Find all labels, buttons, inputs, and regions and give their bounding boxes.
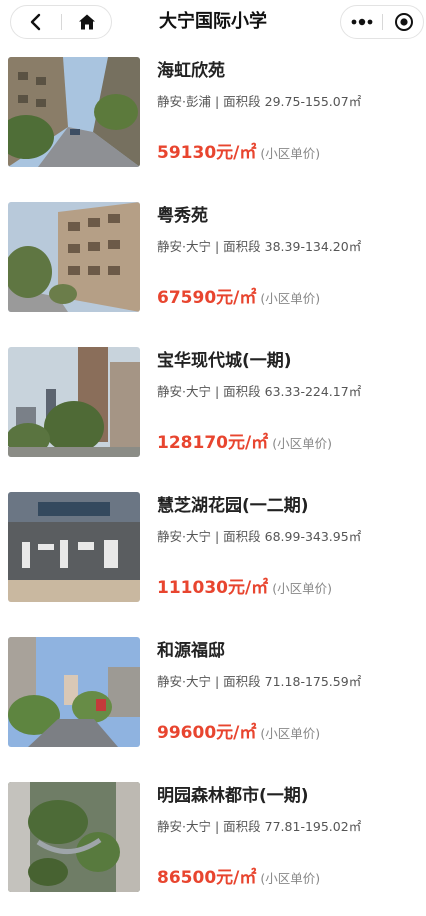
price-row: 67590元/㎡ (小区单价) [157, 286, 320, 311]
price-row: 59130元/㎡ (小区单价) [157, 141, 320, 166]
area-label: 面积段 [223, 239, 261, 254]
listing-meta: 静安·大宁 | 面积段 63.33-224.17㎡ [157, 384, 362, 399]
price-note: (小区单价) [272, 581, 332, 596]
more-dots-icon [351, 18, 372, 26]
listing-location: 静安·大宁 [157, 674, 211, 689]
listing-meta: 静安·大宁 | 面积段 68.99-343.95㎡ [157, 529, 362, 544]
listing-location: 静安·彭浦 [157, 94, 211, 109]
listing-photo [8, 637, 140, 747]
price-row: 128170元/㎡ (小区单价) [157, 431, 332, 456]
top-bar: 大宁国际小学 [0, 0, 426, 46]
area-label: 面积段 [223, 819, 261, 834]
unit-price: 86500元/㎡ [157, 868, 257, 888]
listing-photo [8, 57, 140, 167]
listing-name: 海虹欣苑 [157, 61, 225, 81]
listing-name: 粤秀苑 [157, 206, 208, 226]
price-row: 86500元/㎡ (小区单价) [157, 866, 320, 891]
price-row: 111030元/㎡ (小区单价) [157, 576, 332, 601]
unit-price: 128170元/㎡ [157, 433, 269, 453]
area-range: 71.18-175.59㎡ [264, 674, 362, 689]
listing-name: 慧芝湖花园(一二期) [157, 496, 309, 516]
listing-meta: 静安·大宁 | 面积段 38.39-134.20㎡ [157, 239, 362, 254]
price-note: (小区单价) [260, 146, 321, 161]
listing-item[interactable]: 宝华现代城(一期) 静安·大宁 | 面积段 63.33-224.17㎡ 1281… [0, 336, 426, 481]
area-range: 77.81-195.02㎡ [264, 819, 362, 834]
listing-name: 宝华现代城(一期) [157, 351, 292, 371]
unit-price: 59130元/㎡ [157, 143, 257, 163]
price-note: (小区单价) [260, 726, 321, 741]
listing-item[interactable]: 明园森林都市(一期) 静安·大宁 | 面积段 77.81-195.02㎡ 865… [0, 771, 426, 916]
listing-item[interactable]: 粤秀苑 静安·大宁 | 面积段 38.39-134.20㎡ 67590元/㎡ (小… [0, 191, 426, 336]
listing-meta: 静安·大宁 | 面积段 77.81-195.02㎡ [157, 819, 362, 834]
listing-photo [8, 492, 140, 602]
unit-price: 99600元/㎡ [157, 723, 257, 743]
listing-location: 静安·大宁 [157, 819, 211, 834]
price-note: (小区单价) [260, 871, 321, 886]
area-range: 29.75-155.07㎡ [264, 94, 362, 109]
listing-location: 静安·大宁 [157, 529, 211, 544]
listing-list: 海虹欣苑 静安·彭浦 | 面积段 29.75-155.07㎡ 59130元/㎡(… [0, 46, 426, 916]
area-label: 面积段 [223, 674, 261, 689]
listing-item[interactable]: 慧芝湖花园(一二期) 静安·大宁 | 面积段 68.99-343.95㎡ 111… [0, 481, 426, 626]
price-note: (小区单价) [260, 291, 321, 306]
price-row: 99600元/㎡ (小区单价) [157, 721, 320, 746]
listing-item[interactable]: 海虹欣苑 静安·彭浦 | 面积段 29.75-155.07㎡ 59130元/㎡(… [0, 46, 426, 191]
listing-photo [8, 202, 140, 312]
listing-location: 静安·大宁 [157, 384, 211, 399]
listing-location: 静安·大宁 [157, 239, 211, 254]
more-button[interactable] [341, 6, 382, 38]
area-label: 面积段 [223, 94, 261, 109]
close-miniprogram-button[interactable] [383, 6, 424, 38]
listing-name: 和源福邸 [157, 641, 225, 661]
area-range: 38.39-134.20㎡ [264, 239, 362, 254]
listing-photo [8, 347, 140, 457]
listing-photo [8, 782, 140, 892]
listing-name: 明园森林都市(一期) [157, 786, 309, 806]
price-note: (小区单价) [272, 436, 332, 451]
menu-capsule [340, 5, 424, 39]
area-label: 面积段 [223, 529, 261, 544]
unit-price: 111030元/㎡ [157, 578, 269, 598]
listing-meta: 静安·彭浦 | 面积段 29.75-155.07㎡ [157, 94, 362, 109]
target-icon [394, 13, 413, 31]
area-label: 面积段 [223, 384, 261, 399]
listing-meta: 静安·大宁 | 面积段 71.18-175.59㎡ [157, 674, 362, 689]
listing-item[interactable]: 和源福邸 静安·大宁 | 面积段 71.18-175.59㎡ 99600元/㎡(… [0, 626, 426, 771]
unit-price: 67590元/㎡ [157, 288, 257, 308]
area-range: 63.33-224.17㎡ [264, 384, 362, 399]
area-range: 68.99-343.95㎡ [264, 529, 362, 544]
